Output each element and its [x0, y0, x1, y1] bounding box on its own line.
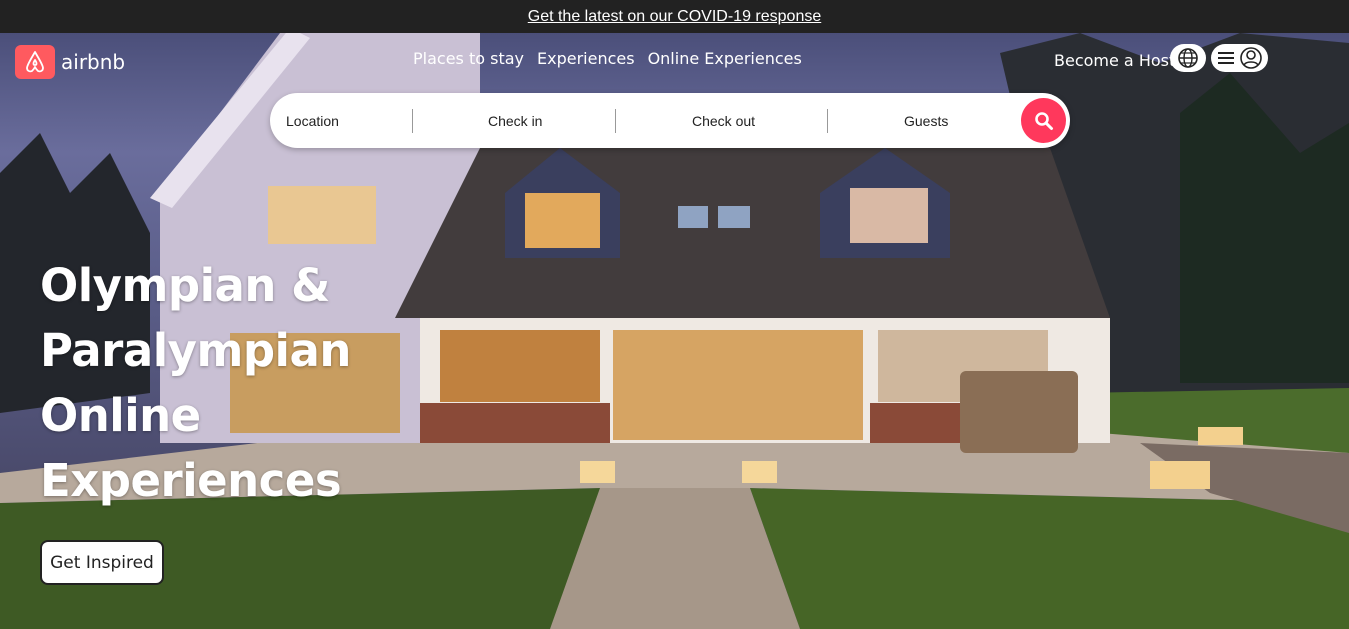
airbnb-logo-icon — [15, 45, 55, 79]
search-divider — [827, 109, 828, 133]
get-inspired-button[interactable]: Get Inspired — [40, 540, 164, 585]
headline-line: Paralympian — [40, 324, 351, 377]
headline-line: Olympian & — [40, 259, 330, 312]
hamburger-icon — [1217, 52, 1234, 64]
main-nav: Places to stay Experiences Online Experi… — [413, 49, 802, 68]
covid-banner: Get the latest on our COVID-19 response — [0, 0, 1349, 33]
search-divider — [615, 109, 616, 133]
nav-experiences[interactable]: Experiences — [537, 49, 635, 68]
check-in-field[interactable]: Check in — [488, 113, 542, 129]
search-divider — [412, 109, 413, 133]
hero-section: airbnb Places to stay Experiences Online… — [0, 33, 1349, 629]
headline-line: Experiences — [40, 454, 342, 507]
hero-headline: Olympian & Paralympian Online Experience… — [40, 253, 400, 513]
airbnb-logo[interactable]: airbnb — [15, 45, 125, 79]
language-button[interactable] — [1170, 44, 1206, 72]
search-icon — [1034, 111, 1053, 130]
become-a-host-link[interactable]: Become a Host — [1054, 51, 1175, 70]
search-bar: Location Check in Check out Guests — [270, 93, 1070, 148]
globe-icon — [1178, 48, 1198, 68]
search-button[interactable] — [1021, 98, 1066, 143]
user-menu-button[interactable] — [1211, 44, 1268, 72]
covid-link[interactable]: Get the latest on our COVID-19 response — [528, 8, 821, 26]
headline-line: Online — [40, 389, 201, 442]
check-out-field[interactable]: Check out — [692, 113, 755, 129]
nav-online-experiences[interactable]: Online Experiences — [648, 49, 802, 68]
brand-name: airbnb — [61, 50, 126, 74]
user-circle-icon — [1239, 47, 1262, 69]
location-field[interactable]: Location — [286, 113, 339, 129]
nav-places-to-stay[interactable]: Places to stay — [413, 49, 524, 68]
guests-field[interactable]: Guests — [904, 113, 948, 129]
